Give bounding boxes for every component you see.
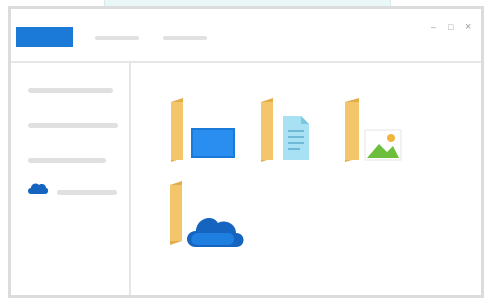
sidebar-item-1[interactable]	[28, 88, 113, 93]
maximize-icon[interactable]: □	[448, 23, 453, 32]
desktop-folder-icon[interactable]	[169, 98, 239, 162]
pictures-folder-icon[interactable]	[345, 98, 415, 162]
navigation-pane	[11, 63, 129, 295]
explorer-window: – □ ×	[8, 6, 484, 298]
documents-folder-icon[interactable]	[261, 98, 331, 162]
tab-placeholder-2[interactable]	[163, 36, 207, 40]
onedrive-folder-icon[interactable]	[168, 181, 248, 251]
active-tab[interactable]	[16, 27, 73, 47]
sidebar-item-3[interactable]	[28, 158, 106, 163]
onedrive-cloud-icon[interactable]	[27, 182, 49, 200]
sidebar-item-2[interactable]	[28, 123, 118, 128]
sidebar-item-onedrive[interactable]	[57, 190, 117, 195]
folder-view	[131, 63, 481, 295]
tab-placeholder-1[interactable]	[95, 36, 139, 40]
title-bar: – □ ×	[11, 9, 481, 61]
close-icon[interactable]: ×	[465, 22, 471, 33]
minimize-icon[interactable]: –	[431, 23, 436, 32]
